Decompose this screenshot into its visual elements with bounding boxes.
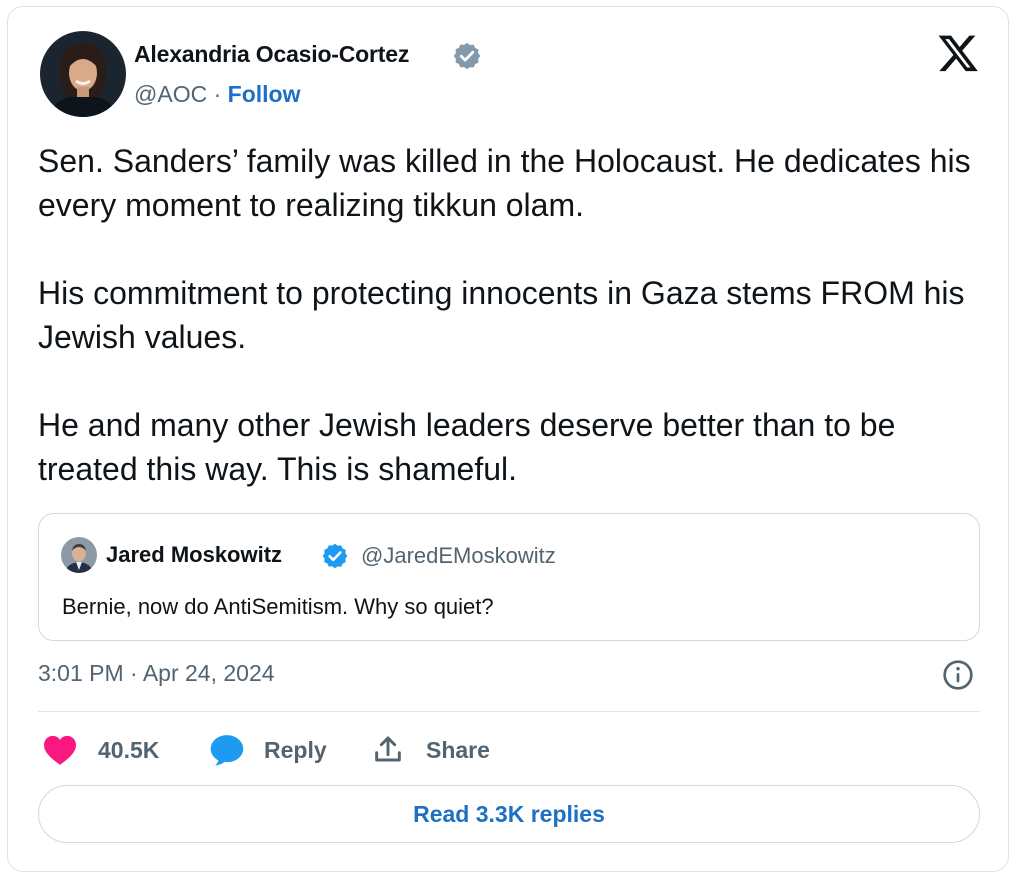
reply-label: Reply bbox=[264, 736, 327, 763]
like-count: 40.5K bbox=[98, 736, 160, 763]
author-handle-row: @AOC · Follow bbox=[134, 81, 300, 108]
tweet-card: Alexandria Ocasio-Cortez @AOC · Follow S… bbox=[7, 6, 1009, 872]
tweet-body: Sen. Sanders’ family was killed in the H… bbox=[38, 139, 988, 491]
tweet-timestamp[interactable]: 3:01 PM · Apr 24, 2024 bbox=[38, 660, 275, 687]
quoted-tweet-text: Bernie, now do AntiSemitism. Why so quie… bbox=[62, 594, 494, 619]
author-name[interactable]: Alexandria Ocasio-Cortez bbox=[134, 41, 409, 68]
tweet-paragraph: Sen. Sanders’ family was killed in the H… bbox=[38, 143, 971, 223]
speech-bubble-icon bbox=[210, 735, 244, 766]
x-logo-icon[interactable] bbox=[936, 31, 980, 75]
read-replies-button[interactable]: Read 3.3K replies bbox=[38, 785, 980, 843]
tweet-paragraph: He and many other Jewish leaders deserve… bbox=[38, 407, 896, 487]
heart-icon bbox=[44, 735, 76, 765]
follow-link[interactable]: Follow bbox=[228, 81, 301, 107]
share-icon bbox=[375, 736, 401, 762]
verified-badge-icon bbox=[452, 41, 482, 71]
tweet-paragraph: His commitment to protecting innocents i… bbox=[38, 275, 965, 355]
like-button[interactable]: 40.5K bbox=[42, 734, 159, 766]
quoted-author-name[interactable]: Jared Moskowitz bbox=[106, 542, 282, 568]
author-handle[interactable]: @AOC bbox=[134, 81, 207, 107]
quoted-author-handle[interactable]: @JaredEMoskowitz bbox=[361, 543, 556, 569]
info-icon[interactable] bbox=[942, 659, 974, 691]
reply-button[interactable]: Reply bbox=[208, 734, 327, 766]
quoted-author-avatar[interactable] bbox=[61, 537, 97, 573]
author-avatar[interactable] bbox=[40, 31, 126, 117]
quoted-tweet[interactable]: Jared Moskowitz @JaredEMoskowitz Bernie,… bbox=[38, 513, 980, 641]
separator-dot: · bbox=[213, 81, 222, 107]
share-button[interactable]: Share bbox=[372, 734, 490, 766]
verified-badge-icon bbox=[321, 542, 349, 570]
divider bbox=[38, 711, 980, 712]
share-label: Share bbox=[426, 736, 490, 763]
